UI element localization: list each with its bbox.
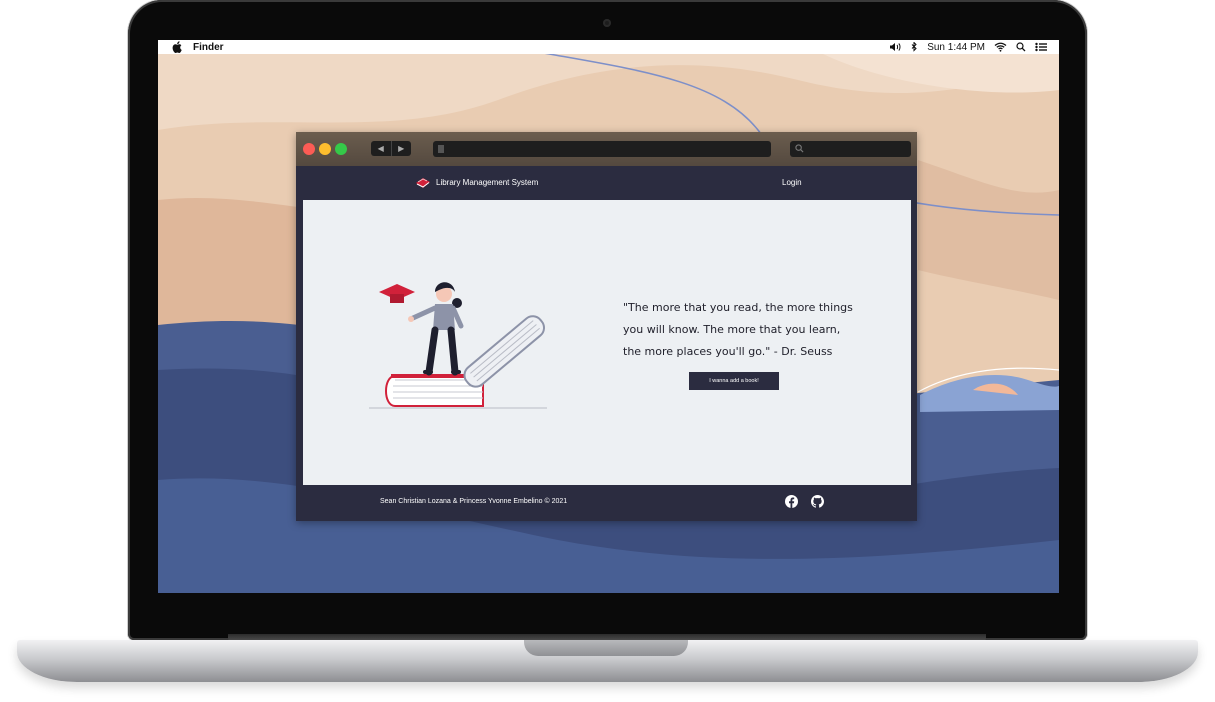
search-icon	[795, 144, 804, 153]
volume-icon[interactable]	[889, 42, 902, 52]
brand-name: Library Management System	[436, 178, 539, 187]
active-app-name[interactable]: Finder	[193, 42, 224, 53]
address-bar[interactable]	[433, 141, 771, 157]
minimize-window-button[interactable]	[319, 143, 331, 155]
login-link[interactable]: Login	[782, 178, 802, 187]
spotlight-icon[interactable]	[1016, 42, 1026, 52]
close-window-button[interactable]	[303, 143, 315, 155]
footer-credits: Sean Christian Lozana & Princess Yvonne …	[380, 498, 568, 505]
browser-window: ◀ ▶ Library Management System Login "The…	[296, 132, 917, 521]
book-logo-icon	[415, 176, 431, 189]
facebook-icon[interactable]	[785, 495, 798, 508]
history-nav: ◀ ▶	[371, 141, 411, 156]
laptop-thumb-notch	[524, 640, 688, 656]
brand-link[interactable]: Library Management System	[415, 176, 538, 189]
page-icon	[438, 145, 444, 153]
status-area: Sun 1:44 PM	[889, 42, 1047, 53]
apple-icon[interactable]	[172, 41, 184, 53]
web-page: Library Management System Login "The mor…	[303, 166, 911, 519]
back-icon[interactable]: ◀	[371, 141, 391, 156]
github-icon[interactable]	[811, 495, 824, 508]
camera	[603, 19, 611, 27]
clock[interactable]: Sun 1:44 PM	[927, 42, 985, 53]
browser-toolbar: ◀ ▶	[296, 132, 917, 166]
control-center-icon[interactable]	[1035, 42, 1047, 52]
browser-search-field[interactable]	[790, 141, 911, 157]
add-book-button[interactable]: I wanna add a book!	[689, 372, 779, 390]
bluetooth-icon[interactable]	[911, 42, 918, 52]
zoom-window-button[interactable]	[335, 143, 347, 155]
hero-section: "The more that you read, the more things…	[303, 200, 911, 485]
menu-bar: Finder Sun 1:44 PM	[158, 40, 1059, 54]
desktop-screen: Finder Sun 1:44 PM ◀ ▶ Library Managemen…	[158, 40, 1059, 593]
site-footer: Sean Christian Lozana & Princess Yvonne …	[303, 485, 911, 519]
site-header: Library Management System Login	[303, 166, 911, 200]
forward-icon[interactable]: ▶	[390, 141, 412, 156]
hero-quote: "The more that you read, the more things…	[623, 301, 853, 358]
reading-girl-illustration	[369, 282, 547, 409]
social-links	[785, 495, 824, 508]
wifi-icon[interactable]	[994, 42, 1007, 52]
